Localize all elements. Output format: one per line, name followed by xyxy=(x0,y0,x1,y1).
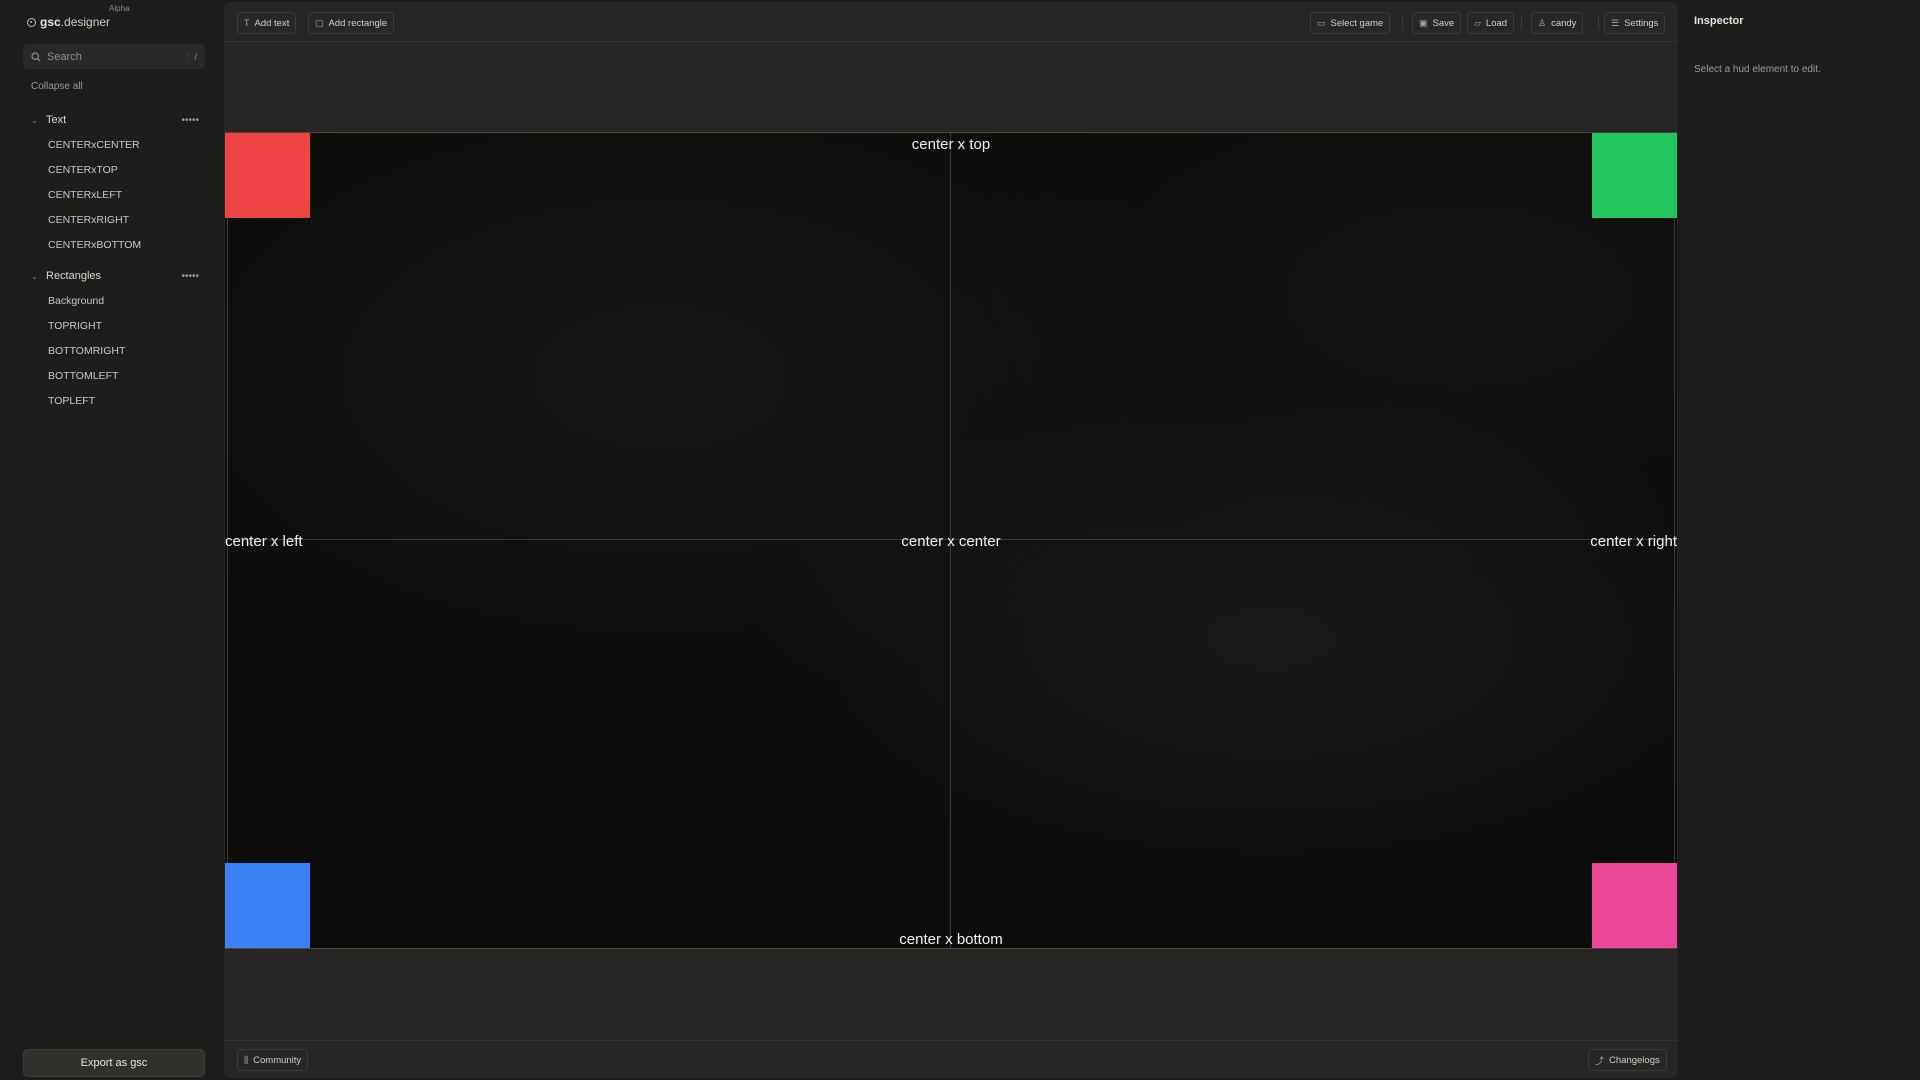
toolbar-divider xyxy=(1402,16,1403,30)
tree-item[interactable]: Background xyxy=(48,295,104,307)
inspector-hint: Select a hud element to edit. xyxy=(1694,64,1821,75)
hud-text-center-top[interactable]: center x top xyxy=(912,136,990,153)
tree-item[interactable]: CENTERxRIGHT xyxy=(48,214,129,226)
search-input[interactable]: Search / xyxy=(23,44,205,69)
search-shortcut: / xyxy=(187,51,197,62)
hud-rect-topleft[interactable] xyxy=(225,133,310,218)
add-text-label: Add text xyxy=(254,17,290,29)
sidebar: gsc .designer Alpha Search / Collapse all… xyxy=(0,0,224,1080)
tree-item[interactable]: TOPLEFT xyxy=(48,395,95,407)
toolbar-divider xyxy=(1598,16,1599,30)
toolbar-divider xyxy=(1521,16,1522,30)
search-icon xyxy=(31,51,41,61)
group-menu-button[interactable]: ••••• xyxy=(181,271,199,282)
inspector-title: Inspector xyxy=(1694,15,1744,27)
hud-rect-topright[interactable] xyxy=(1592,133,1677,218)
changelog-icon: ⤴ xyxy=(1595,1055,1605,1066)
save-button[interactable]: ▣ Save xyxy=(1412,12,1462,34)
settings-icon: ☰ xyxy=(1611,17,1620,28)
user-button[interactable]: ♙ candy xyxy=(1531,12,1584,34)
search-placeholder: Search xyxy=(47,50,82,63)
settings-label: Settings xyxy=(1624,17,1659,29)
add-rectangle-label: Add rectangle xyxy=(328,17,388,29)
tree-item[interactable]: CENTERxLEFT xyxy=(48,189,122,201)
toolbar: T Add text ▢ Add rectangle ▭ Select game… xyxy=(224,2,1678,42)
tree-item[interactable]: BOTTOMLEFT xyxy=(48,370,118,382)
inspector-panel: Inspector Select a hud element to edit. xyxy=(1678,0,1920,1080)
brand-rest: .designer xyxy=(60,15,111,29)
gamepad-icon: ▭ xyxy=(1317,17,1326,28)
tree-item[interactable]: CENTERxBOTTOM xyxy=(48,239,141,251)
tree-item[interactable]: CENTERxTOP xyxy=(48,164,118,176)
brand: gsc .designer xyxy=(27,15,110,29)
brand-bold: gsc xyxy=(40,15,61,29)
group-header-rectangles[interactable]: ⌄ Rectangles ••••• xyxy=(31,270,199,282)
group-menu-button[interactable]: ••••• xyxy=(181,115,199,126)
changelogs-button[interactable]: ⤴ Changelogs xyxy=(1588,1049,1667,1071)
hud-text-center-left[interactable]: center x left xyxy=(225,533,303,550)
bottom-bar: ⫼ Community ⤴ Changelogs xyxy=(224,1040,1678,1078)
changelogs-label: Changelogs xyxy=(1609,1054,1660,1066)
app-root: gsc .designer Alpha Search / Collapse all… xyxy=(0,0,1920,1080)
hud-rect-bottomleft[interactable] xyxy=(225,863,310,948)
hud-text-center-right[interactable]: center x right xyxy=(1590,533,1677,550)
hud-text-center-center[interactable]: center x center xyxy=(901,533,1000,550)
hud-text-center-bottom[interactable]: center x bottom xyxy=(899,931,1002,948)
community-label: Community xyxy=(253,1054,302,1066)
community-button[interactable]: ⫼ Community xyxy=(237,1049,309,1071)
export-button[interactable]: Export as gsc xyxy=(23,1049,205,1077)
tree-item[interactable]: CENTERxCENTER xyxy=(48,139,140,151)
text-icon: T xyxy=(244,18,250,28)
chevron-down-icon: ⌄ xyxy=(31,115,38,125)
add-rectangle-button[interactable]: ▢ Add rectangle xyxy=(308,12,395,34)
save-icon: ▣ xyxy=(1419,17,1428,28)
group-label: Text xyxy=(46,114,67,126)
tree-item[interactable]: TOPRIGHT xyxy=(48,320,102,332)
alpha-badge: Alpha xyxy=(109,4,130,13)
group-header-text[interactable]: ⌄ Text ••••• xyxy=(31,114,199,126)
folder-icon: ▱ xyxy=(1474,17,1481,28)
editor-main: T Add text ▢ Add rectangle ▭ Select game… xyxy=(224,2,1678,1078)
load-button[interactable]: ▱ Load xyxy=(1467,12,1515,34)
logo-icon xyxy=(27,17,36,27)
add-text-button[interactable]: T Add text xyxy=(237,12,297,34)
hud-rect-bottomright[interactable] xyxy=(1592,863,1677,948)
community-icon: ⫼ xyxy=(244,1054,249,1065)
collapse-all-button[interactable]: Collapse all xyxy=(31,81,83,92)
select-game-label: Select game xyxy=(1330,17,1384,29)
load-label: Load xyxy=(1485,17,1508,29)
settings-button[interactable]: ☰ Settings xyxy=(1604,12,1666,34)
square-icon: ▢ xyxy=(315,17,324,28)
group-label: Rectangles xyxy=(46,270,102,282)
user-label: candy xyxy=(1551,17,1577,29)
hud-canvas[interactable]: center x top center x left center x cent… xyxy=(225,132,1677,949)
select-game-button[interactable]: ▭ Select game xyxy=(1310,12,1391,34)
user-icon: ♙ xyxy=(1538,17,1547,28)
chevron-down-icon: ⌄ xyxy=(31,271,38,281)
tree-item[interactable]: BOTTOMRIGHT xyxy=(48,345,125,357)
save-label: Save xyxy=(1432,17,1455,29)
